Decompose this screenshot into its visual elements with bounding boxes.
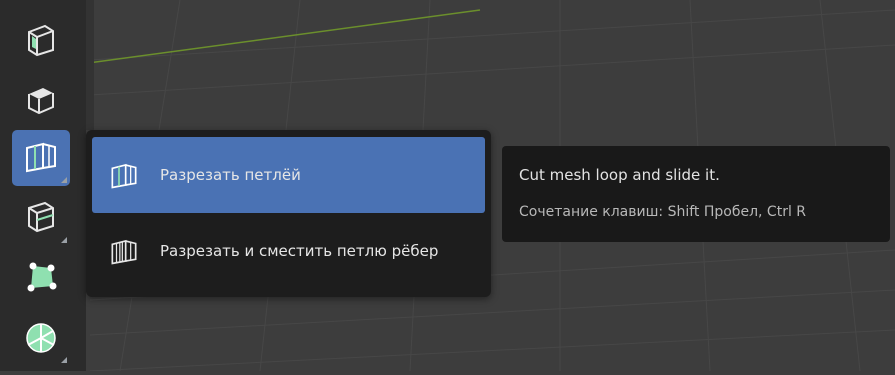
- inset-faces-icon: [23, 22, 59, 62]
- submenu-indicator-icon: [61, 177, 67, 183]
- menu-item-loop-cut[interactable]: Разрезать петлёй: [92, 137, 485, 213]
- extrude-region-icon: [23, 80, 59, 120]
- extrude-region-tool[interactable]: [12, 72, 70, 128]
- menu-item-label: Разрезать петлёй: [160, 166, 301, 184]
- knife-tool[interactable]: [12, 190, 70, 246]
- submenu-indicator-icon: [61, 357, 67, 363]
- tool-shelf: [0, 0, 86, 371]
- knife-icon: [23, 198, 59, 238]
- poly-build-tool[interactable]: [12, 250, 70, 306]
- spin-icon: [23, 318, 59, 358]
- loop-cut-submenu: Разрезать петлёй Разрезать и сместить пе…: [86, 130, 491, 297]
- inset-faces-tool[interactable]: [12, 14, 70, 70]
- toolbar-scrollbar[interactable]: [86, 0, 94, 130]
- loop-cut-tool[interactable]: [12, 130, 70, 186]
- spin-tool[interactable]: [12, 310, 70, 366]
- tooltip-shortcut: Сочетание клавиш: Shift Пробел, Ctrl R: [519, 204, 807, 220]
- offset-edge-loop-cut-icon: [92, 236, 156, 266]
- tooltip-description: Cut mesh loop and slide it.: [519, 166, 720, 184]
- loop-cut-icon: [92, 160, 156, 190]
- menu-item-label: Разрезать и сместить петлю рёбер: [160, 242, 439, 260]
- loop-cut-icon: [23, 138, 59, 178]
- menu-item-offset-edge-loop-cut[interactable]: Разрезать и сместить петлю рёбер: [92, 213, 485, 289]
- submenu-indicator-icon: [61, 237, 67, 243]
- poly-build-icon: [23, 258, 59, 298]
- tool-tooltip: Cut mesh loop and slide it. Сочетание кл…: [502, 146, 890, 242]
